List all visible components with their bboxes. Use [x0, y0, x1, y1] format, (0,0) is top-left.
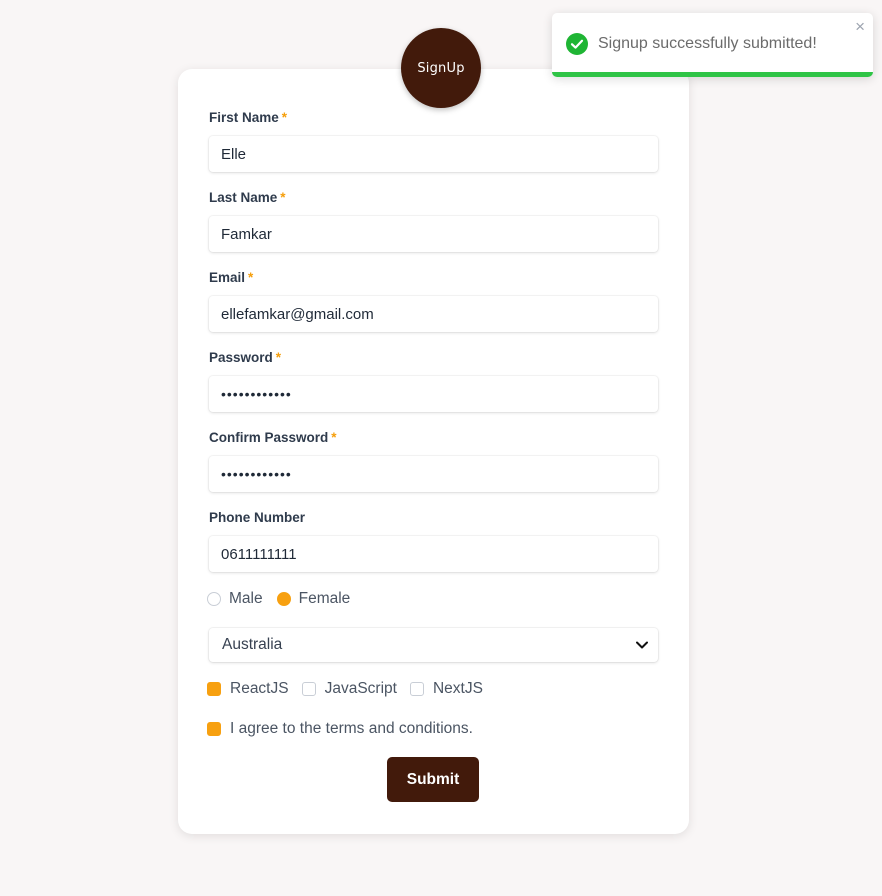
password-value: •••••••••••• [221, 386, 292, 402]
first-name-label-text: First Name [209, 110, 279, 125]
terms-label: I agree to the terms and conditions. [230, 720, 473, 737]
first-name-value: Elle [221, 145, 247, 163]
password-label-text: Password [209, 350, 273, 365]
skill-checkbox-nextjs[interactable] [409, 682, 424, 696]
confirm-password-value: •••••••••••• [221, 466, 292, 482]
toast-message: Signup successfully submitted! [598, 35, 817, 52]
email-input[interactable]: ellefamkar@gmail.com [209, 296, 658, 332]
gender-radio-male[interactable] [207, 592, 221, 606]
toast-progress-bar [552, 72, 873, 77]
page: SignUp First Name * Elle Last Name * Famka… [0, 0, 882, 896]
required-marker: * [248, 270, 254, 285]
chevron-down-icon [636, 641, 648, 649]
skills-checkbox-group: ReactJS JavaScript NextJS [207, 680, 496, 698]
first-name-label: First Name * [209, 110, 287, 125]
logo-text: SignUp [417, 60, 465, 76]
required-marker: * [281, 110, 288, 125]
success-toast: Signup successfully submitted! × [552, 13, 873, 77]
signup-logo: SignUp [401, 28, 481, 108]
submit-button[interactable]: Submit [387, 757, 479, 802]
phone-value: 0611111111 [221, 545, 297, 563]
required-marker: * [275, 350, 282, 365]
last-name-input[interactable]: Famkar [209, 216, 658, 252]
password-label: Password * [209, 350, 281, 365]
confirm-password-input[interactable]: •••••••••••• [209, 456, 658, 492]
check-circle-icon [566, 33, 588, 55]
first-name-input[interactable]: Elle [209, 136, 658, 172]
skill-label-javascript: JavaScript [324, 680, 397, 697]
last-name-label-text: Last Name [209, 190, 278, 205]
skill-checkbox-reactjs[interactable] [207, 682, 221, 696]
email-label-text: Email [209, 270, 246, 285]
required-marker: * [280, 190, 286, 205]
close-icon[interactable]: × [855, 17, 865, 37]
terms-checkbox[interactable] [207, 722, 221, 736]
required-marker: * [331, 430, 337, 445]
gender-radio-group: Male Female [207, 590, 364, 608]
phone-label-text: Phone Number [209, 510, 306, 525]
email-label: Email * [209, 270, 253, 285]
gender-label-male: Male [229, 590, 263, 607]
last-name-label: Last Name * [209, 190, 286, 205]
skill-label-nextjs: NextJS [432, 680, 483, 697]
terms-row: I agree to the terms and conditions. [207, 720, 473, 738]
email-value: ellefamkar@gmail.com [221, 305, 374, 323]
skill-label-reactjs: ReactJS [230, 680, 289, 697]
gender-label-female: Female [298, 590, 351, 607]
confirm-password-label-text: Confirm Password [209, 430, 329, 445]
password-input[interactable]: •••••••••••• [209, 376, 658, 412]
country-select[interactable]: Australia [209, 628, 658, 662]
last-name-value: Famkar [221, 225, 272, 243]
country-selected-value: Australia [222, 636, 283, 653]
gender-radio-female[interactable] [276, 592, 291, 606]
phone-input[interactable]: 0611111111 [209, 536, 658, 572]
skill-checkbox-javascript[interactable] [301, 682, 316, 696]
confirm-password-label: Confirm Password * [209, 430, 337, 445]
phone-label: Phone Number [209, 510, 305, 525]
